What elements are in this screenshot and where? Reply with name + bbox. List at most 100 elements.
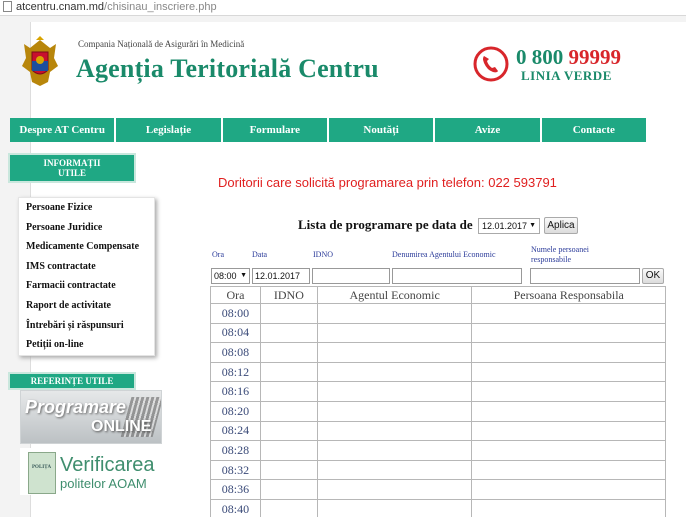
slot-idno[interactable] xyxy=(259,400,318,422)
date-select-value: 12.01.2017 xyxy=(482,221,528,231)
slot-agent[interactable] xyxy=(316,498,473,517)
person-label-line2: responsabile xyxy=(531,255,571,264)
programare-online-banner[interactable]: Programare ONLINE xyxy=(20,390,162,444)
col-ora: Ora xyxy=(210,286,261,304)
ok-button[interactable]: OK xyxy=(642,268,664,284)
table-row[interactable]: 08:28 xyxy=(210,440,666,461)
col-agent: Agentul Economic xyxy=(316,286,473,304)
slot-idno[interactable] xyxy=(259,498,318,517)
nav-formulare[interactable]: Formulare xyxy=(222,118,329,142)
sidebar-item-intrebari[interactable]: Întrebări și răspunsuri xyxy=(19,316,154,336)
main-navigation: Despre AT Centru Legislație Formulare No… xyxy=(10,118,646,142)
col-idno: IDNO xyxy=(259,286,318,304)
table-row[interactable]: 08:04 xyxy=(210,322,666,344)
slot-persoana[interactable] xyxy=(471,459,666,481)
person-label-line1: Numele persoanei xyxy=(531,245,589,254)
slot-agent[interactable] xyxy=(316,420,473,442)
agent-input[interactable] xyxy=(392,268,522,284)
slot-persoana[interactable] xyxy=(471,420,666,442)
table-row[interactable]: 08:08 xyxy=(210,342,666,363)
slot-agent[interactable] xyxy=(316,400,473,422)
slot-idno[interactable] xyxy=(259,479,318,500)
nav-avize[interactable]: Avize xyxy=(435,118,542,142)
slot-time: 08:28 xyxy=(210,440,261,461)
person-input[interactable] xyxy=(530,268,640,284)
banner-online-text: ONLINE xyxy=(91,418,152,435)
nav-contacte[interactable]: Contacte xyxy=(541,118,646,142)
slot-idno[interactable] xyxy=(259,420,318,442)
sidebar-menu: Persoane Fizice Persoane Juridice Medica… xyxy=(18,197,155,356)
verificarea-politelor-banner[interactable]: POLIȚA Verificarea politelor AOAM xyxy=(20,448,162,495)
banner-verificarea-text: Verificarea xyxy=(60,454,155,476)
date-select[interactable]: 12.01.2017 ▼ xyxy=(478,218,540,234)
slot-persoana[interactable] xyxy=(471,381,666,402)
page-icon xyxy=(3,1,12,12)
schedule-rows: 08:00 08:04 08:08 08:12 08:16 08:20 08:24 08:28… xyxy=(210,303,666,517)
slot-agent[interactable] xyxy=(316,361,473,383)
slot-time: 08:08 xyxy=(210,342,261,363)
slot-time: 08:36 xyxy=(210,479,261,500)
table-row[interactable]: 08:12 xyxy=(210,361,666,383)
slot-idno[interactable] xyxy=(259,381,318,402)
table-row[interactable]: 08:16 xyxy=(210,381,666,402)
slot-persoana[interactable] xyxy=(471,400,666,422)
slot-agent[interactable] xyxy=(316,303,473,324)
sidebar-item-persoane-fizice[interactable]: Persoane Fizice xyxy=(19,198,154,218)
schedule-list-title: Lista de programare pe data de xyxy=(298,217,473,232)
ora-label: Ora xyxy=(212,250,224,259)
slot-agent[interactable] xyxy=(316,342,473,363)
sidebar-item-ims[interactable]: IMS contractate xyxy=(19,257,154,277)
slot-persoana[interactable] xyxy=(471,440,666,461)
aplica-button[interactable]: Aplica xyxy=(544,217,578,234)
table-row[interactable]: 08:24 xyxy=(210,420,666,442)
slot-idno[interactable] xyxy=(259,440,318,461)
slot-time: 08:24 xyxy=(210,420,261,442)
banner-politelor-text: politelor AOAM xyxy=(60,476,147,491)
ora-select-value: 08:00 xyxy=(214,271,237,281)
nav-legislatie[interactable]: Legislație xyxy=(116,118,223,142)
sidebar-item-petitii[interactable]: Petiții on-line xyxy=(19,335,154,355)
sidebar-item-persoane-juridice[interactable]: Persoane Juridice xyxy=(19,218,154,238)
slot-agent[interactable] xyxy=(316,459,473,481)
slot-persoana[interactable] xyxy=(471,479,666,500)
nav-despre[interactable]: Despre AT Centru xyxy=(10,118,117,142)
table-row[interactable]: 08:32 xyxy=(210,459,666,481)
slot-time: 08:00 xyxy=(210,303,261,324)
address-bar[interactable]: atcentru.cnam.md/chisinau_inscriere.php xyxy=(0,0,686,16)
ora-select[interactable]: 08:00 ▼ xyxy=(211,268,250,284)
policy-doc-label: POLIȚA xyxy=(32,465,52,470)
slot-persoana[interactable] xyxy=(471,361,666,383)
idno-input[interactable] xyxy=(312,268,390,284)
slot-idno[interactable] xyxy=(259,322,318,344)
slot-time: 08:04 xyxy=(210,322,261,344)
nav-noutati[interactable]: Noutăți xyxy=(328,118,436,142)
slot-idno[interactable] xyxy=(259,361,318,383)
slot-agent[interactable] xyxy=(316,322,473,344)
agent-label: Denumirea Agentului Economic xyxy=(392,250,496,259)
slot-time: 08:32 xyxy=(210,459,261,481)
slot-persoana[interactable] xyxy=(471,498,666,517)
slot-time: 08:16 xyxy=(210,381,261,402)
data-input[interactable]: 12.01.2017 xyxy=(252,268,310,284)
table-row[interactable]: 08:40 xyxy=(210,498,666,517)
policy-document-icon: POLIȚA xyxy=(28,452,56,494)
slot-persoana[interactable] xyxy=(471,303,666,324)
sidebar-item-raport[interactable]: Raport de activitate xyxy=(19,296,154,316)
hotline-digits: 99999 xyxy=(568,45,622,69)
slot-idno[interactable] xyxy=(259,342,318,363)
slot-idno[interactable] xyxy=(259,459,318,481)
table-row[interactable]: 08:20 xyxy=(210,400,666,422)
sidebar-item-farmacii[interactable]: Farmacii contractate xyxy=(19,276,154,296)
slot-persoana[interactable] xyxy=(471,322,666,344)
slot-persoana[interactable] xyxy=(471,342,666,363)
slot-agent[interactable] xyxy=(316,381,473,402)
sidebar-item-medicamente[interactable]: Medicamente Compensate xyxy=(19,237,154,257)
table-header-row: Ora IDNO Agentul Economic Persoana Respo… xyxy=(210,286,666,304)
slot-idno[interactable] xyxy=(259,303,318,324)
slot-agent[interactable] xyxy=(316,479,473,500)
slot-time: 08:12 xyxy=(210,361,261,383)
table-row[interactable]: 08:00 xyxy=(210,303,666,324)
hotline-number: 0 800 99999 xyxy=(516,45,621,70)
slot-agent[interactable] xyxy=(316,440,473,461)
table-row[interactable]: 08:36 xyxy=(210,479,666,500)
